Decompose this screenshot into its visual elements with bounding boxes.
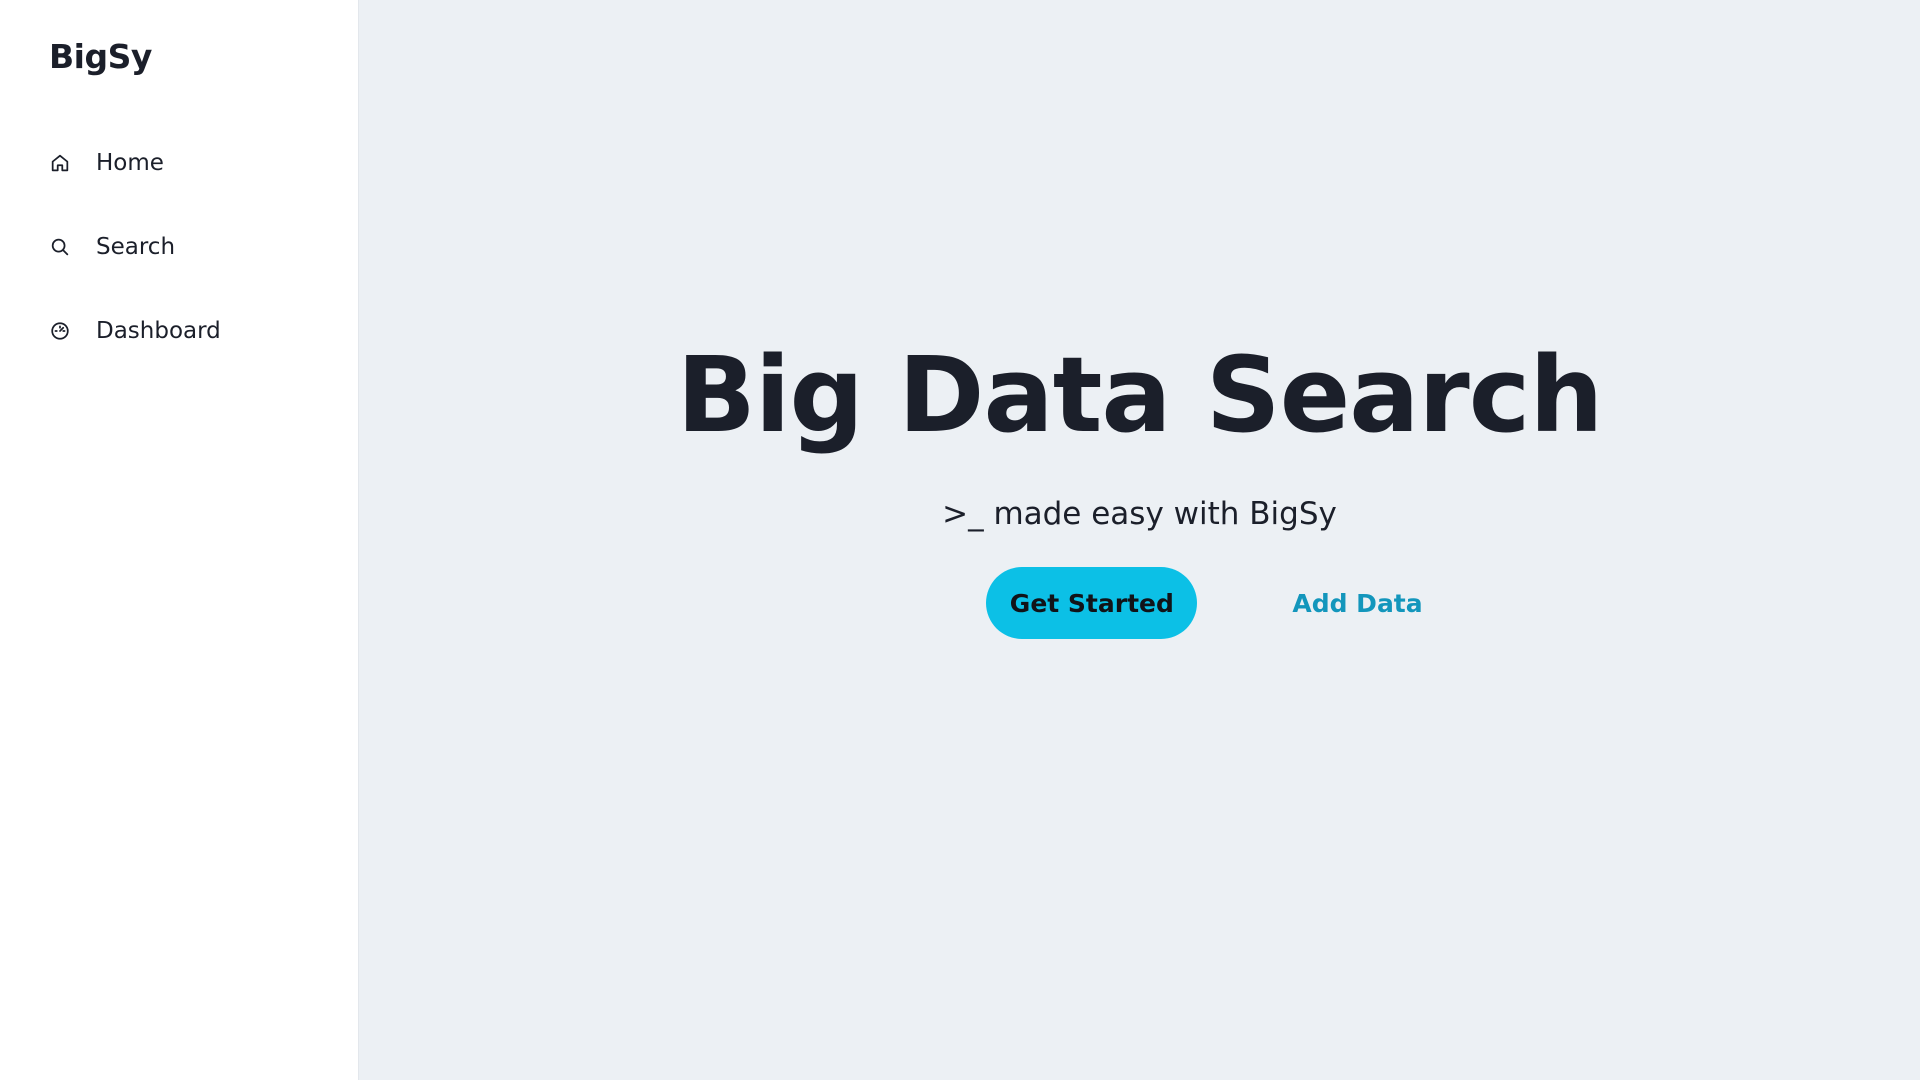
hero-actions: Get Started Add Data — [359, 567, 1920, 639]
sidebar-item-home[interactable]: Home — [48, 146, 164, 180]
home-icon — [48, 151, 72, 175]
sidebar: BigSy Home Search Dashboard — [0, 0, 359, 1080]
add-data-link[interactable]: Add Data — [1292, 589, 1422, 618]
sidebar-item-label: Home — [96, 150, 164, 176]
main-content: Big Data Search >_ made easy with BigSy … — [359, 0, 1920, 1080]
hero-title: Big Data Search — [676, 334, 1604, 456]
sidebar-item-search[interactable]: Search — [48, 230, 175, 264]
sidebar-item-label: Search — [96, 234, 176, 260]
brand-logo[interactable]: BigSy — [49, 37, 152, 76]
sidebar-item-label: Dashboard — [96, 318, 221, 344]
gauge-icon — [48, 319, 72, 343]
search-icon — [48, 235, 72, 259]
hero-subtitle: >_ made easy with BigSy — [942, 496, 1337, 532]
sidebar-item-dashboard[interactable]: Dashboard — [48, 314, 221, 348]
get-started-button[interactable]: Get Started — [986, 567, 1198, 639]
